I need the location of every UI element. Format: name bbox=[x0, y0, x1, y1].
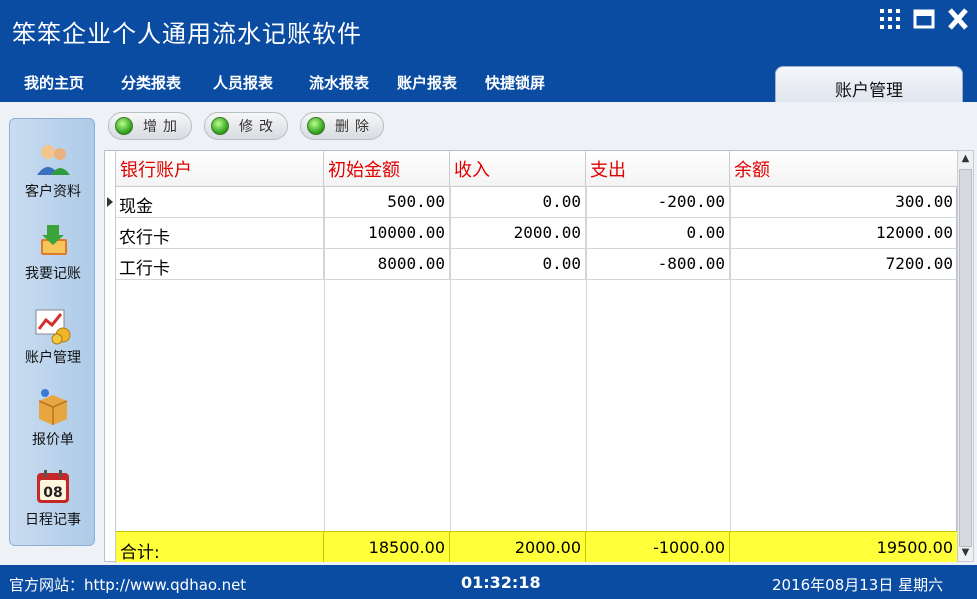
column-header-expense[interactable]: 支出 bbox=[586, 151, 730, 187]
current-row-arrow-icon bbox=[107, 197, 113, 207]
window-controls bbox=[877, 6, 971, 32]
edit-button[interactable]: 修改 bbox=[204, 112, 288, 140]
table-cell[interactable]: 500.00 bbox=[324, 187, 450, 218]
menu-item-home[interactable]: 我的主页 bbox=[24, 72, 84, 93]
status-bar: 官方网站：http://www.qdhao.net 01:32:18 2016年… bbox=[0, 565, 977, 599]
menu-item-category-report[interactable]: 分类报表 bbox=[121, 72, 181, 93]
calendar-icon-text: 08 bbox=[43, 485, 62, 501]
add-button[interactable]: 增加 bbox=[108, 112, 192, 140]
menu-item-quick-lock[interactable]: 快捷锁屏 bbox=[485, 72, 545, 93]
table-cell[interactable]: 8000.00 bbox=[324, 249, 450, 280]
calendar-icon: 08 bbox=[33, 467, 73, 507]
sidebar-item-customer[interactable]: 客户资料 bbox=[10, 139, 96, 201]
bookkeeping-icon bbox=[33, 221, 73, 261]
close-icon[interactable] bbox=[945, 6, 971, 32]
green-led-icon bbox=[115, 117, 133, 135]
vertical-scrollbar[interactable]: ▲ ▼ bbox=[957, 150, 974, 562]
table-cell[interactable]: 0.00 bbox=[450, 187, 586, 218]
app-window: 笨笨企业个人通用流水记账软件 我的主页 分类报表 人员报表 流水报表 账户报表 … bbox=[0, 0, 977, 599]
delete-button[interactable]: 删除 bbox=[300, 112, 384, 140]
menu-item-personnel-report[interactable]: 人员报表 bbox=[213, 72, 273, 93]
green-led-icon bbox=[211, 117, 229, 135]
column-header-account[interactable]: 银行账户 bbox=[116, 151, 324, 187]
sidebar-item-account-management[interactable]: 账户管理 bbox=[10, 305, 96, 367]
account-chart-icon bbox=[33, 305, 73, 345]
website-link[interactable]: 官方网站：http://www.qdhao.net bbox=[9, 574, 246, 595]
green-led-icon bbox=[307, 117, 325, 135]
total-expense: -1000.00 bbox=[586, 531, 730, 562]
table-cell[interactable]: 7200.00 bbox=[730, 249, 958, 280]
table-cell[interactable]: 0.00 bbox=[450, 249, 586, 280]
table-cell[interactable]: 0.00 bbox=[586, 218, 730, 249]
total-initial: 18500.00 bbox=[324, 531, 450, 562]
table-cell[interactable]: 2000.00 bbox=[450, 218, 586, 249]
title-bar: 笨笨企业个人通用流水记账软件 bbox=[0, 0, 977, 60]
tab-account-management[interactable]: 账户管理 bbox=[775, 66, 963, 104]
app-title: 笨笨企业个人通用流水记账软件 bbox=[12, 20, 362, 48]
scroll-down-icon[interactable]: ▼ bbox=[958, 545, 973, 561]
menu-grid-icon[interactable] bbox=[877, 6, 903, 32]
column-header-initial[interactable]: 初始金额 bbox=[324, 151, 450, 187]
table-cell[interactable]: 工行卡 bbox=[116, 249, 324, 280]
column-header-balance[interactable]: 余额 bbox=[730, 151, 958, 187]
clock: 01:32:18 bbox=[461, 573, 541, 592]
sidebar-item-schedule[interactable]: 08 日程记事 bbox=[10, 467, 96, 529]
package-icon bbox=[33, 387, 73, 427]
date-display: 2016年08月13日 星期六 bbox=[772, 576, 944, 594]
table-cell[interactable]: 现金 bbox=[116, 187, 324, 218]
table-cell[interactable]: 300.00 bbox=[730, 187, 958, 218]
table-cell[interactable]: 农行卡 bbox=[116, 218, 324, 249]
table-cell[interactable]: 12000.00 bbox=[730, 218, 958, 249]
table-cell[interactable]: -200.00 bbox=[586, 187, 730, 218]
total-label: 合计: bbox=[116, 531, 324, 563]
scroll-up-icon[interactable]: ▲ bbox=[958, 151, 973, 167]
total-income: 2000.00 bbox=[450, 531, 586, 562]
customer-icon bbox=[33, 139, 73, 179]
column-header-income[interactable]: 收入 bbox=[450, 151, 586, 187]
maximize-icon[interactable] bbox=[911, 6, 937, 32]
sidebar-item-bookkeeping[interactable]: 我要记账 bbox=[10, 221, 96, 283]
menu-item-flow-report[interactable]: 流水报表 bbox=[309, 72, 369, 93]
table-cell[interactable]: 10000.00 bbox=[324, 218, 450, 249]
sidebar: 客户资料 我要记账 账户管理 报价单 08 日程记事 bbox=[9, 118, 95, 546]
row-selector-column bbox=[105, 151, 116, 563]
sidebar-item-quote[interactable]: 报价单 bbox=[10, 387, 96, 449]
table-cell[interactable]: -800.00 bbox=[586, 249, 730, 280]
scroll-thumb[interactable] bbox=[959, 169, 972, 547]
total-balance: 19500.00 bbox=[730, 531, 958, 562]
account-grid: 银行账户 初始金额 收入 支出 余额 现金 500.00 0.00 -200.0… bbox=[104, 150, 958, 563]
toolbar: 增加 修改 删除 bbox=[103, 106, 975, 146]
menu-item-account-report[interactable]: 账户报表 bbox=[397, 72, 457, 93]
tab-label: 账户管理 bbox=[835, 81, 903, 101]
